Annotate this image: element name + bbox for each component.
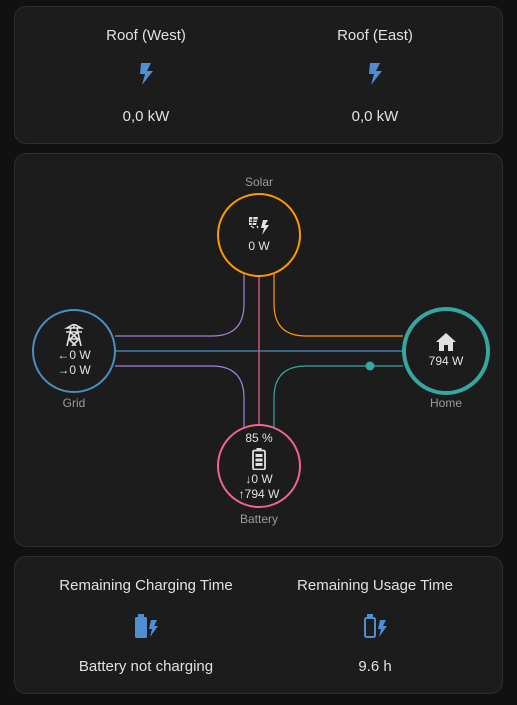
grid-export-value: 0 W: [69, 363, 91, 377]
solar-power-icon: [249, 216, 269, 235]
roof-west-title: Roof (West): [106, 27, 186, 44]
production-card: Roof (West) 0,0 kW Roof (East) 0,0 kW: [14, 6, 503, 144]
home-node[interactable]: 794 W: [402, 307, 490, 395]
battery-label: Battery: [239, 512, 278, 526]
energy-flow-card: Solar 0 W ←0 W →0 W Grid 794 W Home 85 %: [14, 153, 503, 547]
home-icon: [436, 333, 456, 351]
grid-import-value: 0 W: [69, 348, 91, 362]
solar-label: Solar: [244, 175, 273, 189]
battery-percent: 85 %: [245, 430, 273, 445]
battery-out-value: 794 W: [244, 486, 280, 501]
grid-node[interactable]: ←0 W →0 W: [32, 309, 116, 393]
grid-import-row: ←0 W: [57, 348, 90, 363]
usage-time-value: 9.6 h: [358, 658, 392, 675]
solar-node[interactable]: 0 W: [217, 193, 301, 277]
battery-home-line: [273, 365, 403, 429]
charging-time-title: Remaining Charging Time: [59, 577, 233, 594]
battery-charge-row: ↓0 W: [245, 472, 272, 487]
grid-export-row: →0 W: [57, 363, 90, 378]
arrow-right-icon: →: [57, 363, 70, 377]
usage-time-title: Remaining Usage Time: [297, 577, 453, 594]
battery-time-card: Remaining Charging Time Battery not char…: [14, 556, 503, 694]
solar-grid-line: [115, 272, 245, 337]
roof-east-value: 0,0 kW: [351, 108, 399, 125]
battery-node[interactable]: 85 % ↓0 W ↑794 W: [217, 424, 301, 508]
roof-east-entity[interactable]: Roof (East) 0,0 kW: [259, 7, 491, 143]
usage-time-entity[interactable]: Remaining Usage Time 9.6 h: [259, 557, 491, 693]
battery-icon: [252, 447, 266, 470]
battery-charging-icon: [135, 614, 158, 638]
home-label: Home: [429, 396, 462, 410]
battery-discharge-row: ↑794 W: [239, 487, 280, 502]
transmission-tower-icon: [64, 324, 84, 346]
solar-home-line: [273, 272, 403, 337]
grid-label: Grid: [62, 396, 86, 410]
charging-time-entity[interactable]: Remaining Charging Time Battery not char…: [25, 557, 267, 693]
solar-value: 0 W: [248, 239, 270, 253]
charging-time-value: Battery not charging: [78, 658, 214, 675]
battery-home-flow-dot: [365, 361, 375, 371]
arrow-left-icon: ←: [57, 348, 70, 362]
home-value: 794 W: [428, 354, 464, 368]
flash-icon: [369, 63, 382, 85]
roof-west-entity[interactable]: Roof (West) 0,0 kW: [25, 7, 267, 143]
roof-west-value: 0,0 kW: [122, 108, 170, 125]
grid-battery-line: [115, 365, 245, 429]
battery-outline-charging-icon: [364, 614, 387, 638]
flash-icon: [140, 63, 153, 85]
roof-east-title: Roof (East): [337, 27, 413, 44]
battery-in-value: 0 W: [251, 471, 273, 486]
